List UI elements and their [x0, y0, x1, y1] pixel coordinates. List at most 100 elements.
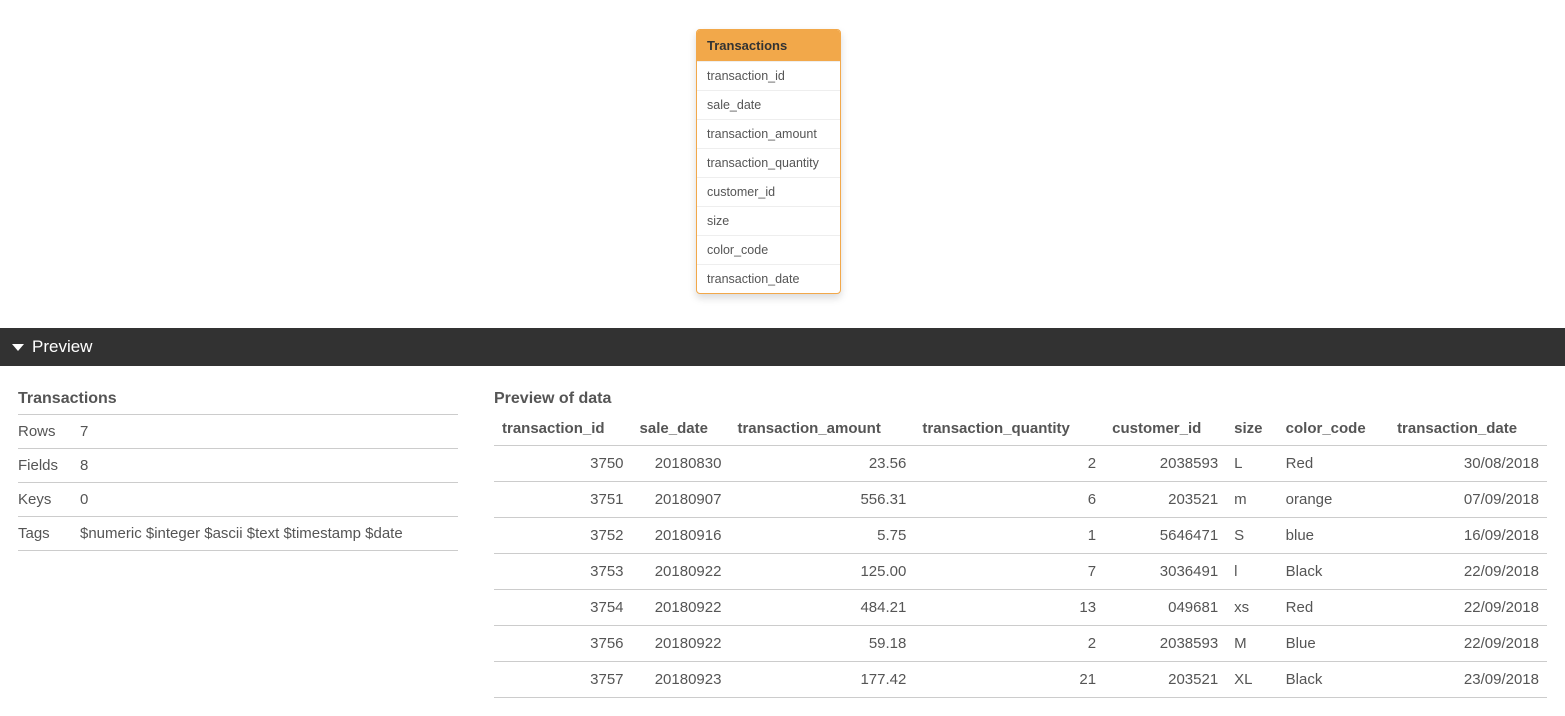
table-cell: orange: [1278, 482, 1389, 518]
meta-row-rows: Rows 7: [18, 415, 458, 449]
meta-panel: Transactions Rows 7 Fields 8 Keys 0 Tags…: [18, 390, 458, 551]
table-row[interactable]: 375320180922125.0073036491lBlack22/09/20…: [494, 554, 1547, 590]
table-cell: 125.00: [729, 554, 914, 590]
schema-card-title[interactable]: Transactions: [697, 30, 840, 61]
table-cell: 3756: [494, 626, 632, 662]
table-cell: 3754: [494, 590, 632, 626]
table-row[interactable]: 375120180907556.316203521morange07/09/20…: [494, 482, 1547, 518]
table-cell: 23/09/2018: [1389, 662, 1547, 698]
table-cell: 3750: [494, 446, 632, 482]
table-cell: 3757: [494, 662, 632, 698]
table-cell: 23.56: [729, 446, 914, 482]
schema-card-fields: transaction_idsale_datetransaction_amoun…: [697, 61, 840, 293]
column-header[interactable]: sale_date: [632, 414, 730, 446]
table-cell: 21: [914, 662, 1104, 698]
meta-val: $numeric $integer $ascii $text $timestam…: [80, 525, 458, 542]
column-header[interactable]: customer_id: [1104, 414, 1226, 446]
column-header[interactable]: transaction_date: [1389, 414, 1547, 446]
meta-row-tags: Tags $numeric $integer $ascii $text $tim…: [18, 517, 458, 551]
table-row[interactable]: 37502018083023.5622038593LRed30/08/2018: [494, 446, 1547, 482]
schema-field[interactable]: color_code: [697, 235, 840, 264]
table-cell: m: [1226, 482, 1277, 518]
table-cell: M: [1226, 626, 1277, 662]
table-cell: 6: [914, 482, 1104, 518]
table-cell: 59.18: [729, 626, 914, 662]
table-cell: 3752: [494, 518, 632, 554]
table-cell: 177.42: [729, 662, 914, 698]
preview-toggle-bar[interactable]: Preview: [0, 328, 1565, 366]
table-cell: 049681: [1104, 590, 1226, 626]
meta-key: Keys: [18, 491, 80, 508]
schema-field[interactable]: transaction_amount: [697, 119, 840, 148]
meta-row-fields: Fields 8: [18, 449, 458, 483]
table-cell: 556.31: [729, 482, 914, 518]
table-cell: 20180830: [632, 446, 730, 482]
model-canvas[interactable]: Transactions transaction_idsale_datetran…: [0, 0, 1565, 328]
column-header[interactable]: transaction_amount: [729, 414, 914, 446]
table-row[interactable]: 375720180923177.4221203521XLBlack23/09/2…: [494, 662, 1547, 698]
table-cell: 484.21: [729, 590, 914, 626]
data-preview-panel: Preview of data transaction_idsale_datet…: [494, 390, 1547, 698]
table-cell: 20180922: [632, 590, 730, 626]
meta-val: 7: [80, 423, 458, 440]
data-preview-title: Preview of data: [494, 390, 1547, 414]
table-cell: 2: [914, 626, 1104, 662]
schema-field[interactable]: transaction_date: [697, 264, 840, 293]
table-cell: 07/09/2018: [1389, 482, 1547, 518]
table-cell: 22/09/2018: [1389, 590, 1547, 626]
table-cell: Black: [1278, 662, 1389, 698]
preview-bar-label: Preview: [32, 337, 92, 357]
table-cell: 203521: [1104, 662, 1226, 698]
table-cell: 22/09/2018: [1389, 554, 1547, 590]
meta-key: Rows: [18, 423, 80, 440]
table-cell: 7: [914, 554, 1104, 590]
meta-val: 0: [80, 491, 458, 508]
table-cell: 5.75: [729, 518, 914, 554]
table-cell: 5646471: [1104, 518, 1226, 554]
meta-title: Transactions: [18, 390, 458, 415]
column-header[interactable]: size: [1226, 414, 1277, 446]
table-cell: XL: [1226, 662, 1277, 698]
table-cell: Blue: [1278, 626, 1389, 662]
table-cell: 20180923: [632, 662, 730, 698]
table-cell: l: [1226, 554, 1277, 590]
table-cell: 20180922: [632, 554, 730, 590]
table-cell: 2038593: [1104, 446, 1226, 482]
schema-field[interactable]: transaction_quantity: [697, 148, 840, 177]
table-cell: 3753: [494, 554, 632, 590]
table-cell: 3751: [494, 482, 632, 518]
table-cell: 203521: [1104, 482, 1226, 518]
preview-body: Transactions Rows 7 Fields 8 Keys 0 Tags…: [0, 366, 1565, 716]
table-cell: 2038593: [1104, 626, 1226, 662]
table-cell: 2: [914, 446, 1104, 482]
column-header[interactable]: transaction_id: [494, 414, 632, 446]
table-cell: 3036491: [1104, 554, 1226, 590]
schema-field[interactable]: sale_date: [697, 90, 840, 119]
table-cell: 20180922: [632, 626, 730, 662]
column-header[interactable]: transaction_quantity: [914, 414, 1104, 446]
meta-val: 8: [80, 457, 458, 474]
table-cell: 20180916: [632, 518, 730, 554]
table-cell: L: [1226, 446, 1277, 482]
data-preview-table: transaction_idsale_datetransaction_amoun…: [494, 414, 1547, 698]
schema-card-transactions[interactable]: Transactions transaction_idsale_datetran…: [696, 29, 841, 294]
schema-field[interactable]: size: [697, 206, 840, 235]
caret-down-icon: [12, 344, 24, 351]
meta-key: Tags: [18, 525, 80, 542]
meta-key: Fields: [18, 457, 80, 474]
table-cell: Red: [1278, 590, 1389, 626]
table-cell: 30/08/2018: [1389, 446, 1547, 482]
table-cell: Red: [1278, 446, 1389, 482]
column-header[interactable]: color_code: [1278, 414, 1389, 446]
schema-field[interactable]: transaction_id: [697, 61, 840, 90]
table-row[interactable]: 375420180922484.2113049681xsRed22/09/201…: [494, 590, 1547, 626]
table-row[interactable]: 37562018092259.1822038593MBlue22/09/2018: [494, 626, 1547, 662]
table-cell: blue: [1278, 518, 1389, 554]
table-cell: 16/09/2018: [1389, 518, 1547, 554]
table-row[interactable]: 3752201809165.7515646471Sblue16/09/2018: [494, 518, 1547, 554]
table-cell: 13: [914, 590, 1104, 626]
table-cell: 22/09/2018: [1389, 626, 1547, 662]
table-header-row: transaction_idsale_datetransaction_amoun…: [494, 414, 1547, 446]
table-cell: 20180907: [632, 482, 730, 518]
schema-field[interactable]: customer_id: [697, 177, 840, 206]
